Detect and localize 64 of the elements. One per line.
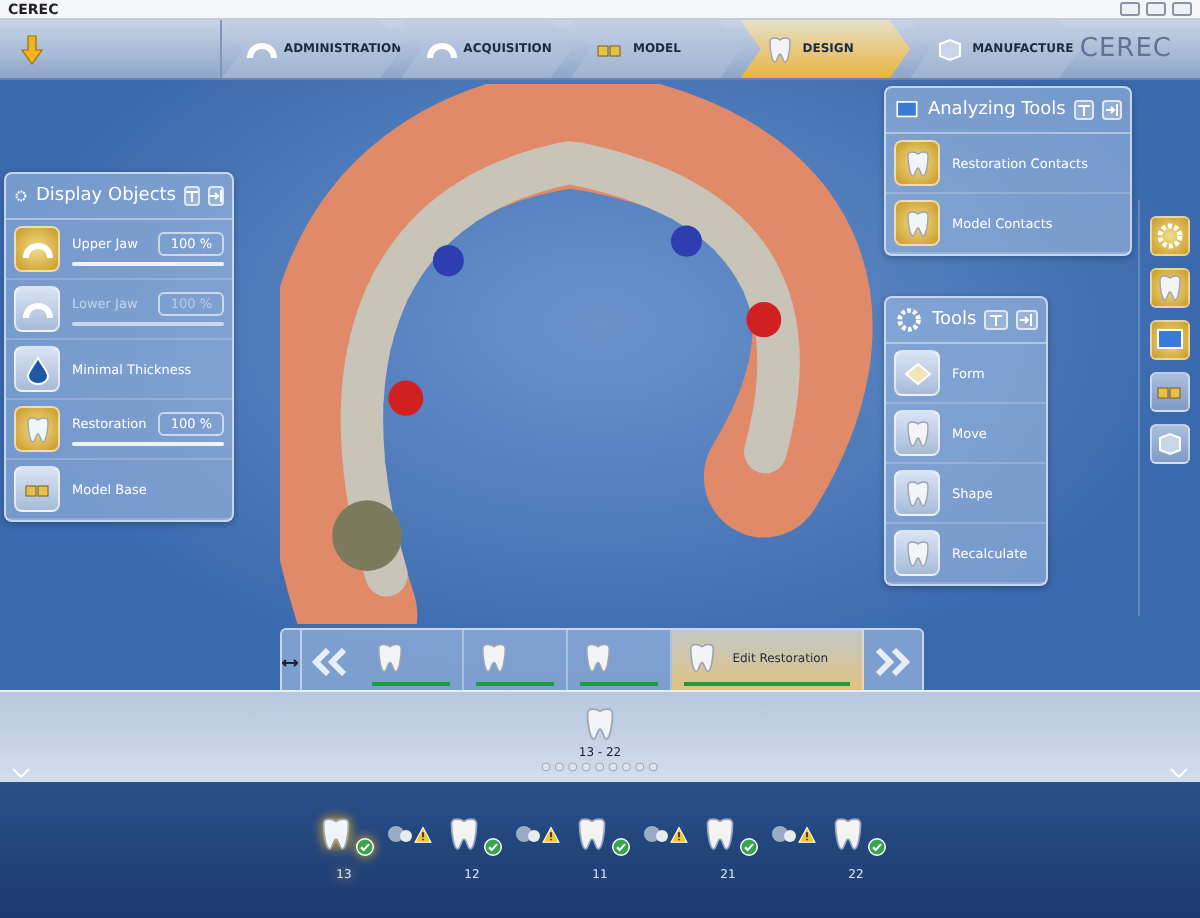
collapse-button[interactable]	[1015, 310, 1038, 330]
toolbar-button[interactable]	[1150, 424, 1190, 464]
warning-icon	[669, 825, 687, 843]
drop-icon	[21, 353, 53, 385]
chevron-down-icon[interactable]	[1170, 768, 1188, 778]
panel-title: Display Objects	[35, 186, 176, 206]
tooth-icon	[901, 477, 933, 509]
collapse-button[interactable]	[208, 186, 224, 206]
collapse-button[interactable]	[1101, 100, 1122, 120]
tooth-icon	[901, 147, 933, 179]
tooth-icon	[901, 207, 933, 239]
pin-button[interactable]	[184, 186, 200, 206]
check-icon	[483, 837, 501, 855]
tooth-icon	[901, 537, 933, 569]
display-object-toggle[interactable]	[14, 226, 60, 272]
diamond-icon	[901, 357, 933, 389]
connector-icon	[513, 823, 541, 843]
pin-icon	[1077, 104, 1090, 116]
panel-title: Analyzing Tools	[927, 100, 1066, 120]
maximize-icon[interactable]	[1146, 2, 1166, 16]
display-object-toggle[interactable]	[14, 406, 60, 452]
minimize-icon[interactable]	[1120, 2, 1140, 16]
pin-button[interactable]	[984, 310, 1008, 330]
collapse-arrows-icon[interactable]	[282, 657, 299, 667]
tooth-icon	[901, 417, 933, 449]
check-icon	[355, 837, 373, 855]
pin-icon	[989, 314, 1002, 326]
pager-dots-drawing	[540, 761, 660, 771]
pin-button[interactable]	[1073, 100, 1094, 120]
warning-icon	[413, 825, 431, 843]
check-icon	[739, 837, 757, 855]
tooth-icon	[764, 33, 797, 65]
connector-icon	[769, 823, 797, 843]
check-icon	[611, 837, 629, 855]
toolbar-button[interactable]	[1150, 320, 1190, 360]
check-icon	[867, 837, 885, 855]
warning-icon	[541, 825, 559, 843]
chevron-down-icon[interactable]	[12, 768, 30, 778]
analysis-toggle[interactable]	[894, 140, 940, 186]
display-object-toggle[interactable]	[14, 346, 60, 392]
toolbar-button[interactable]	[1150, 268, 1190, 308]
close-icon[interactable]	[1172, 2, 1192, 16]
collapse-icon	[1105, 104, 1118, 116]
connector-icon	[385, 823, 413, 843]
collapse-icon	[210, 190, 222, 202]
panel-title: Tools	[932, 310, 977, 330]
tooth-icon	[1154, 272, 1186, 304]
connector-icon	[641, 823, 669, 843]
display-object-toggle[interactable]	[14, 466, 60, 512]
toolbar-button[interactable]	[1150, 216, 1190, 256]
tool-button[interactable]	[894, 470, 940, 516]
warning-icon	[797, 825, 815, 843]
pin-icon	[186, 190, 198, 202]
arrow-down-icon	[16, 33, 48, 65]
tool-button[interactable]	[894, 530, 940, 576]
collapse-icon	[1020, 314, 1033, 326]
analysis-toggle[interactable]	[894, 200, 940, 246]
logo: CEREC	[1079, 34, 1172, 64]
tooth-icon	[21, 413, 53, 445]
next-icon[interactable]	[872, 648, 913, 676]
toolbar-button[interactable]	[1150, 372, 1190, 412]
tool-button[interactable]	[894, 350, 940, 396]
tool-button[interactable]	[894, 410, 940, 456]
previous-icon[interactable]	[310, 648, 351, 676]
